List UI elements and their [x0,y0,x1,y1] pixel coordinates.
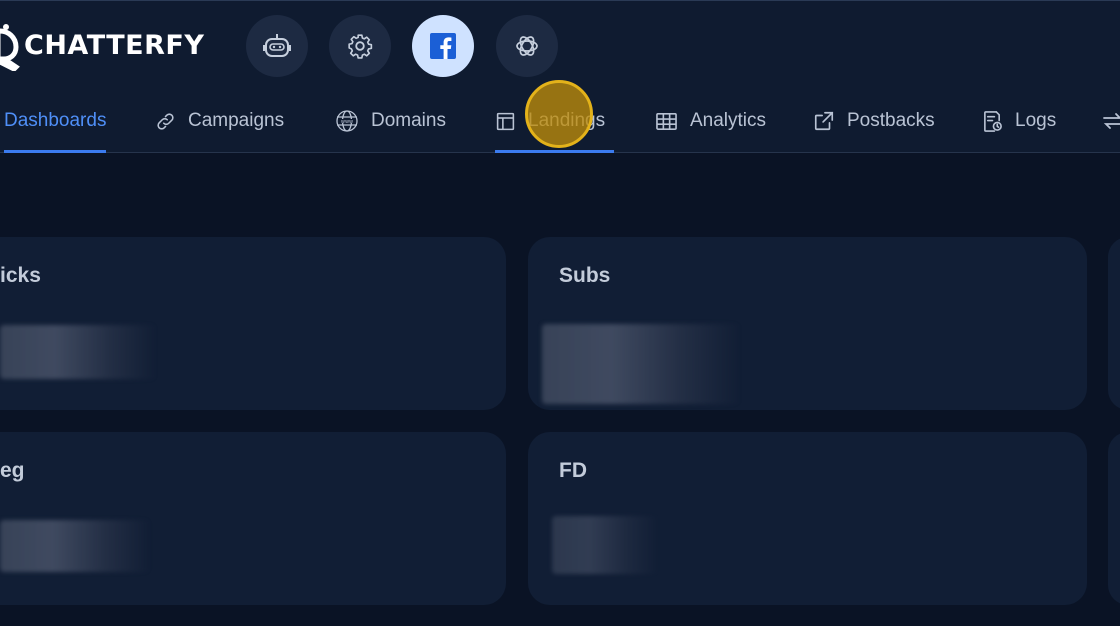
external-link-icon [813,110,835,132]
stat-card-partial[interactable] [1108,432,1120,605]
tab-dashboards[interactable]: Dashboards [4,90,107,153]
openai-icon [516,36,538,56]
tab-analytics[interactable]: Analytics [655,90,766,152]
log-file-icon [982,110,1003,133]
app-logo[interactable]: CHATTERFY [0,19,204,71]
card-title: icks [0,264,41,287]
stat-card-reg[interactable]: eg [0,432,506,605]
top-bar: CHATTERFY [0,0,1120,90]
gear-icon [348,34,373,59]
tab-label: Logs [1015,110,1057,131]
link-icon [155,111,176,132]
settings-button[interactable] [329,15,391,77]
tab-label: Campaigns [188,110,285,131]
layout-icon [495,111,516,132]
globe-www-icon: www [335,109,359,133]
swap-arrows-icon [1101,110,1120,132]
blurred-value [542,324,740,404]
app-name: CHATTERFY [24,29,205,61]
tab-logs[interactable]: Logs [982,90,1056,152]
card-title: Subs [559,264,611,287]
click-highlight-indicator [525,80,593,148]
tab-domains[interactable]: www Domains [335,90,446,152]
facebook-button[interactable] [412,15,474,77]
blurred-value [0,520,150,572]
tab-postbacks[interactable]: Postbacks [813,90,935,152]
svg-text:www: www [341,119,353,125]
bot-icon [263,34,291,57]
blurred-value [552,516,658,574]
stat-card-subs[interactable]: Subs [528,237,1087,410]
blurred-value [0,325,156,379]
tab-campaigns[interactable]: Campaigns [155,90,284,152]
tab-more[interactable] [1101,90,1120,152]
card-title: FD [559,459,587,482]
bot-button[interactable] [246,15,308,77]
table-icon [655,111,678,132]
tab-label: Dashboards [4,110,107,131]
card-title: eg [0,459,25,482]
tab-label: Analytics [690,110,767,131]
chatterfy-logo-icon [0,24,20,71]
stat-card-partial[interactable] [1108,237,1120,410]
tab-label: Postbacks [847,110,935,131]
tab-label: Domains [371,110,446,131]
dashboard-content: icks Subs eg FD [0,153,1120,626]
stat-card-clicks[interactable]: icks [0,237,506,410]
facebook-icon [430,33,456,59]
stat-card-fd[interactable]: FD [528,432,1087,605]
openai-button[interactable] [496,15,558,77]
